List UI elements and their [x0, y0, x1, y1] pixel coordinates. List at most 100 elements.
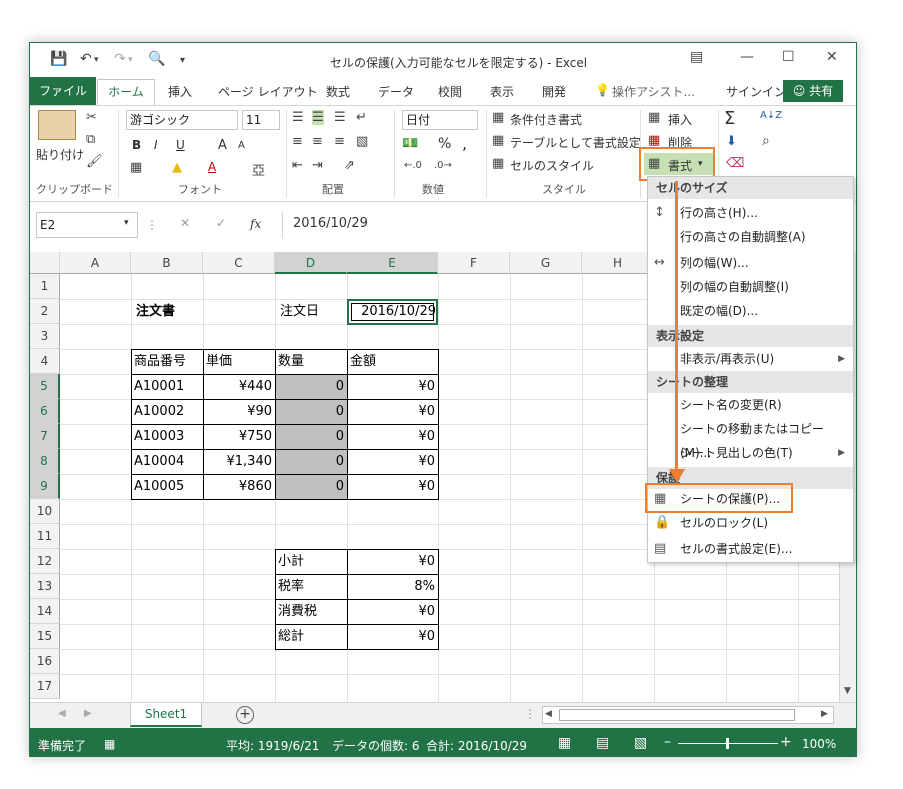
- header-cell[interactable]: 商品番号: [134, 349, 186, 374]
- tab-review[interactable]: 校閲: [438, 83, 462, 100]
- item-code-cell[interactable]: A10002: [134, 399, 184, 424]
- row-header[interactable]: 17: [30, 674, 60, 699]
- menu-item-rename-sheet[interactable]: シート名の変更(R): [648, 393, 853, 417]
- item-amount-cell[interactable]: ¥0: [347, 474, 435, 499]
- item-amount-cell[interactable]: ¥0: [347, 449, 435, 474]
- tell-me-box[interactable]: 操作アシスト...: [612, 83, 695, 100]
- row-header[interactable]: 16: [30, 649, 60, 674]
- scroll-down-icon[interactable]: ▼: [844, 686, 851, 696]
- item-price-cell[interactable]: ¥90: [203, 399, 272, 424]
- number-format-select[interactable]: 日付: [402, 110, 478, 130]
- item-code-cell[interactable]: A10005: [134, 474, 184, 499]
- menu-item-format-cells[interactable]: ▤ セルの書式設定(E)...: [648, 537, 853, 561]
- column-header[interactable]: B: [131, 252, 203, 274]
- item-price-cell[interactable]: ¥860: [203, 474, 272, 499]
- ribbon-display-options-icon[interactable]: ▤: [690, 49, 703, 65]
- increase-decimal-icon[interactable]: ←.0: [404, 160, 422, 171]
- row-header[interactable]: 4: [30, 349, 60, 374]
- tab-developer[interactable]: 開発: [542, 83, 566, 100]
- title-cell[interactable]: 注文書: [136, 299, 175, 324]
- summary-label-cell[interactable]: 小計: [278, 549, 304, 574]
- row-header[interactable]: 2: [30, 299, 60, 324]
- next-sheet-icon[interactable]: ▶: [84, 708, 92, 719]
- item-code-cell[interactable]: A10003: [134, 424, 184, 449]
- add-sheet-button[interactable]: +: [236, 706, 254, 724]
- copy-icon[interactable]: ⧉: [86, 132, 95, 147]
- horizontal-scrollbar[interactable]: ◀ ▶: [542, 706, 834, 724]
- item-price-cell[interactable]: ¥440: [203, 374, 272, 399]
- summary-value-cell[interactable]: ¥0: [347, 624, 435, 649]
- cell-styles-button[interactable]: セルのスタイル: [510, 157, 594, 174]
- summary-label-cell[interactable]: 税率: [278, 574, 304, 599]
- grow-font-button[interactable]: A: [218, 138, 227, 153]
- item-code-cell[interactable]: A10004: [134, 449, 184, 474]
- scroll-left-icon[interactable]: ◀: [545, 709, 552, 719]
- align-left-icon[interactable]: ≡: [292, 134, 303, 149]
- redo-icon[interactable]: ↷: [114, 51, 126, 67]
- align-bottom-icon[interactable]: ☰: [334, 110, 346, 125]
- row-header[interactable]: 12: [30, 549, 60, 574]
- tab-page-layout[interactable]: ページ レイアウト: [218, 83, 318, 100]
- phonetic-icon[interactable]: 亞: [252, 160, 265, 179]
- undo-dropdown-icon[interactable]: ▾: [94, 55, 99, 65]
- column-header[interactable]: H: [582, 252, 654, 274]
- print-preview-icon[interactable]: 🔍: [148, 51, 165, 67]
- order-date-cell[interactable]: 2016/10/29: [347, 299, 436, 324]
- maximize-button[interactable]: ☐: [782, 49, 795, 65]
- macro-record-icon[interactable]: ▦: [104, 737, 115, 751]
- format-as-table-button[interactable]: テーブルとして書式設定: [510, 134, 641, 151]
- menu-item-lock-cell[interactable]: 🔒 セルのロック(L): [648, 511, 853, 535]
- header-cell[interactable]: 金額: [350, 349, 376, 374]
- fill-color-icon[interactable]: ▲: [172, 160, 182, 175]
- row-header[interactable]: 10: [30, 499, 60, 524]
- menu-item-tab-color[interactable]: シート見出しの色(T) ▶: [648, 441, 853, 465]
- menu-item-autofit-column[interactable]: 列の幅の自動調整(I): [648, 275, 853, 299]
- row-header[interactable]: 7: [30, 424, 60, 449]
- page-layout-view-icon[interactable]: ▤: [596, 735, 609, 751]
- save-icon[interactable]: 💾: [50, 51, 67, 67]
- row-header[interactable]: 5: [30, 374, 60, 399]
- menu-item-column-width[interactable]: ↔ 列の幅(W)...: [648, 251, 853, 275]
- prev-sheet-icon[interactable]: ◀: [58, 708, 66, 719]
- tab-home[interactable]: ホーム: [97, 79, 155, 106]
- header-cell[interactable]: 数量: [278, 349, 304, 374]
- order-date-label-cell[interactable]: 注文日: [280, 299, 319, 324]
- item-price-cell[interactable]: ¥750: [203, 424, 272, 449]
- summary-label-cell[interactable]: 総計: [278, 624, 304, 649]
- cancel-icon[interactable]: ✕: [180, 216, 190, 230]
- italic-button[interactable]: I: [154, 138, 158, 152]
- normal-view-icon[interactable]: ▦: [558, 735, 571, 751]
- item-amount-cell[interactable]: ¥0: [347, 399, 435, 424]
- increase-indent-icon[interactable]: ⇥: [312, 158, 323, 173]
- row-header[interactable]: 13: [30, 574, 60, 599]
- column-header[interactable]: C: [203, 252, 275, 274]
- item-qty-cell[interactable]: 0: [275, 424, 344, 449]
- align-right-icon[interactable]: ≡: [334, 134, 345, 149]
- format-painter-icon[interactable]: 🖌: [86, 154, 103, 169]
- row-header[interactable]: 15: [30, 624, 60, 649]
- scroll-thumb[interactable]: [559, 709, 795, 721]
- item-price-cell[interactable]: ¥1,340: [203, 449, 273, 474]
- bold-button[interactable]: B: [132, 138, 141, 152]
- row-header[interactable]: 3: [30, 324, 60, 349]
- column-header[interactable]: F: [438, 252, 510, 274]
- menu-item-hide-unhide[interactable]: 非表示/再表示(U) ▶: [648, 347, 853, 371]
- font-color-button[interactable]: A: [208, 160, 216, 174]
- summary-value-cell[interactable]: 8%: [347, 574, 435, 599]
- tab-insert[interactable]: 挿入: [168, 83, 192, 100]
- autosum-button[interactable]: Σ: [724, 108, 735, 129]
- name-box-dropdown-icon[interactable]: ▾: [124, 218, 129, 228]
- cut-icon[interactable]: ✂: [86, 110, 97, 125]
- summary-label-cell[interactable]: 消費税: [278, 599, 317, 624]
- customize-qat-icon[interactable]: ▾: [180, 55, 185, 66]
- currency-format-icon[interactable]: 💵: [402, 136, 418, 151]
- item-qty-cell[interactable]: 0: [275, 374, 344, 399]
- font-name-select[interactable]: 游ゴシック: [126, 110, 238, 130]
- sheet-tab-sheet1[interactable]: Sheet1: [130, 703, 202, 727]
- tab-formulas[interactable]: 数式: [326, 83, 350, 100]
- align-center-icon[interactable]: ≡: [312, 134, 323, 149]
- signin-link[interactable]: サインイン: [726, 83, 786, 100]
- column-header[interactable]: A: [60, 252, 131, 274]
- comma-button[interactable]: ,: [462, 134, 467, 153]
- column-header[interactable]: D: [275, 252, 347, 274]
